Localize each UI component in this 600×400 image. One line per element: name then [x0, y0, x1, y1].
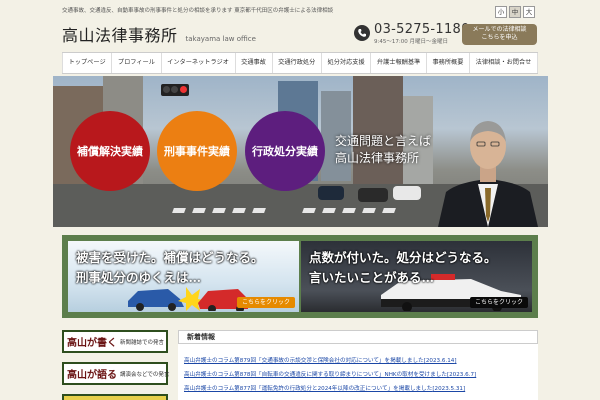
lawyer-portrait: [428, 104, 548, 227]
crosswalk-stripe: [302, 208, 316, 213]
crosswalk-stripe: [192, 208, 206, 213]
side-button-speaks[interactable]: 高山が語る 講演会などでの発言: [62, 362, 170, 385]
news-item-date: 2023.6.14: [425, 358, 455, 364]
site-logo[interactable]: 高山法律事務所 takayama law office: [62, 22, 256, 45]
traffic-light-icon: [161, 84, 189, 96]
phone-contact: 03-5275-1180 9:45～17:00 月曜日～金曜日: [354, 22, 469, 48]
nav-item-support[interactable]: 処分対応支援: [322, 53, 372, 73]
banner-points-button[interactable]: こちらをクリック: [469, 297, 528, 308]
crosswalk-stripe: [382, 208, 396, 213]
side-button-writes-title: 高山が書く: [67, 338, 117, 349]
nav-item-administrative[interactable]: 交通行政処分: [273, 53, 322, 73]
banner-compensation-button[interactable]: こちらをクリック: [236, 297, 295, 308]
logo-title: 高山法律事務所: [62, 26, 178, 45]
car-icon: [318, 186, 344, 200]
side-button-writes-sub: 新聞雑誌での発言: [120, 339, 165, 346]
news-item-text: 高山弁護士のコラム第878回「自転車の交通違反に関する取り締まりについて」NHK…: [184, 372, 447, 378]
nav-item-radio[interactable]: インターネットラジオ: [162, 53, 236, 73]
side-button-writes[interactable]: 高山が書く 新聞雑誌での発言: [62, 330, 168, 353]
banner-points-line2: 言いたいことがある…: [309, 270, 435, 285]
hero-circle-administrative[interactable]: 行政処分実績: [245, 111, 325, 191]
hero-headline: 交通問題と言えば 高山法律事務所: [335, 133, 431, 167]
phone-icon: [354, 25, 370, 41]
font-size-small-button[interactable]: 小: [495, 6, 507, 18]
side-button-third[interactable]: [62, 394, 168, 400]
crosswalk-stripe: [342, 208, 356, 213]
news-panel: 新着情報 高山弁護士のコラム第879回「交通事故の示談交渉と保険会社の対応につい…: [178, 330, 538, 400]
news-item[interactable]: 高山弁護士のコラム第879回「交通事故の示談交渉と保険会社の対応について」を掲載…: [184, 354, 534, 368]
side-button-speaks-title: 高山が語る: [67, 370, 117, 381]
nav-item-contact[interactable]: 法律相談・お問合せ: [470, 53, 538, 73]
main-nav: トップページ プロフィール インターネットラジオ 交通事故 交通行政処分 処分対…: [62, 52, 538, 74]
car-icon: [393, 186, 421, 200]
crosswalk-stripe: [172, 208, 186, 213]
phone-number[interactable]: 03-5275-1180: [374, 22, 470, 37]
banner-points-line1: 点数が付いた。処分はどうなる。: [309, 250, 497, 265]
news-title: 新着情報: [178, 330, 538, 344]
hero-line1: 交通問題と言えば: [335, 134, 432, 148]
phone-hours: 9:45～17:00 月曜日～金曜日: [374, 39, 448, 45]
logo-subtitle: takayama law office: [185, 35, 256, 43]
hero-line2: 高山法律事務所: [335, 151, 420, 165]
car-icon: [358, 188, 388, 202]
hero-circle-criminal[interactable]: 刑事事件実績: [157, 111, 237, 191]
nav-item-profile[interactable]: プロフィール: [112, 53, 162, 73]
crosswalk-stripe: [212, 208, 226, 213]
hero-building: [353, 76, 403, 186]
banner-compensation[interactable]: 被害を受けた。補償はどうなる。 刑事処分のゆくえは… こちらをクリック: [68, 241, 299, 312]
banner-compensation-line2: 刑事処分のゆくえは…: [76, 270, 202, 285]
news-item[interactable]: 高山弁護士のコラム第877回「運転免許の行政処分と2024年以降の改正について」…: [184, 382, 534, 396]
crosswalk-stripe: [232, 208, 246, 213]
feature-banners: 被害を受けた。補償はどうなる。 刑事処分のゆくえは… こちらをクリック 点数が付…: [62, 235, 538, 318]
news-item-date: 2023.6.7: [449, 372, 475, 378]
mail-button-line1: メールでの法律相談: [472, 26, 527, 33]
crosswalk-stripe: [362, 208, 376, 213]
nav-item-fees[interactable]: 弁護士報酬基準: [371, 53, 427, 73]
mail-button-line2: こちらを申込: [481, 34, 518, 41]
news-item-text: 高山弁護士のコラム第877回「運転免許の行政処分と2024年以降の改正について」…: [184, 386, 433, 392]
news-item-date: 2023.5.31: [434, 386, 463, 392]
nav-item-office[interactable]: 事務所概要: [427, 53, 471, 73]
font-size-large-button[interactable]: 大: [523, 6, 535, 18]
news-list: 高山弁護士のコラム第879回「交通事故の示談交渉と保険会社の対応について」を掲載…: [184, 354, 534, 396]
crosswalk-stripe: [252, 208, 266, 213]
header-tagline: 交通事故、交通違反、自動車事故の刑事事件と処分の相談を承ります 東京都千代田区の…: [62, 8, 334, 14]
nav-item-top[interactable]: トップページ: [62, 53, 113, 73]
crosswalk-stripe: [322, 208, 336, 213]
nav-item-traffic-accident[interactable]: 交通事故: [236, 53, 273, 73]
mail-consultation-button[interactable]: メールでの法律相談 こちらを申込: [462, 24, 537, 45]
news-item-text: 高山弁護士のコラム第879回「交通事故の示談交渉と保険会社の対応について」を掲載…: [184, 358, 424, 364]
hero-circle-compensation[interactable]: 補償解決実績: [70, 111, 150, 191]
banner-compensation-line1: 被害を受けた。補償はどうなる。: [76, 250, 264, 265]
banner-points[interactable]: 点数が付いた。処分はどうなる。 言いたいことがある… こちらをクリック: [301, 241, 532, 312]
font-size-medium-button[interactable]: 中: [509, 6, 521, 18]
side-button-speaks-sub: 講演会などでの発言: [120, 371, 170, 378]
font-size-switcher: 小 中 大: [495, 6, 535, 18]
news-item[interactable]: 高山弁護士のコラム第878回「自転車の交通違反に関する取り締まりについて」NHK…: [184, 368, 534, 382]
hero-banner: 補償解決実績 刑事事件実績 行政処分実績 交通問題と言えば 高山法律事務所: [53, 76, 548, 227]
